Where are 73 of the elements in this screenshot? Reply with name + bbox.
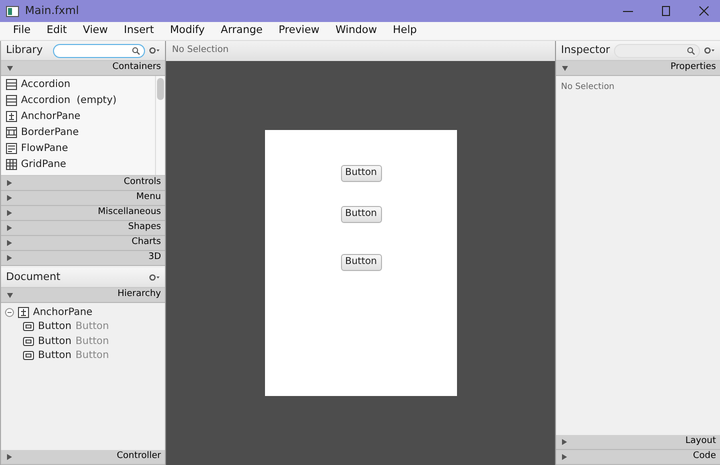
section-header[interactable]: Layout	[556, 435, 720, 450]
section-header[interactable]: Miscellaneous	[1, 206, 165, 221]
menu-item[interactable]: Arrange	[212, 23, 271, 39]
tree-item[interactable]: Button Button	[1, 320, 165, 334]
menu-item[interactable]: File	[5, 23, 39, 39]
section-label: Hierarchy	[117, 288, 161, 302]
section-label: Properties	[670, 61, 716, 74]
search-field[interactable]	[614, 44, 700, 58]
button-icon	[23, 336, 34, 347]
tree-item[interactable]: Button Button	[1, 334, 165, 348]
menu-item[interactable]: Help	[384, 23, 425, 39]
section-header[interactable]: Controls	[1, 176, 165, 191]
section-header[interactable]: Shapes	[1, 221, 165, 236]
form-button[interactable]: Button	[340, 206, 382, 223]
gear-icon	[149, 274, 160, 281]
border-pane-icon	[6, 126, 17, 138]
tree-item[interactable]: Button Button	[1, 348, 165, 363]
gear-icon	[704, 47, 715, 54]
button-icon	[23, 350, 34, 362]
button-icon	[23, 321, 34, 332]
section-header[interactable]: Controller	[1, 450, 165, 465]
section-label: Layout	[685, 435, 716, 448]
section-header[interactable]: Hierarchy	[1, 288, 165, 303]
menu-item[interactable]: Edit	[38, 23, 75, 39]
grid-pane-icon	[6, 158, 17, 170]
status-text: No Selection	[560, 81, 616, 94]
section-label: Controller	[116, 450, 161, 464]
app-icon	[6, 6, 19, 16]
form-button[interactable]: Button	[340, 254, 382, 271]
section-header[interactable]: Charts	[1, 236, 165, 251]
maximize-icon	[661, 6, 671, 16]
menu-item[interactable]: Preview	[270, 23, 328, 39]
accordion-icon	[6, 94, 17, 106]
flow-pane-icon	[6, 142, 17, 154]
section-header[interactable]: 3D	[1, 251, 165, 266]
section-label: Containers	[112, 61, 161, 74]
gear-icon	[149, 47, 160, 54]
menu-item[interactable]: Modify	[162, 23, 213, 39]
scrollbar[interactable]	[155, 76, 165, 175]
library-item[interactable]: GridPane	[1, 156, 155, 172]
section-label: Controls	[124, 176, 161, 190]
section-label: Menu	[136, 191, 161, 204]
accordion-icon	[6, 78, 17, 90]
library-item[interactable]: Accordion (empty)	[1, 92, 155, 108]
section-label: Miscellaneous	[98, 206, 161, 220]
library-item[interactable]: BorderPane	[1, 124, 155, 140]
tree-item[interactable]: AnchorPane	[1, 305, 165, 320]
section-header[interactable]: Containers	[1, 61, 165, 76]
close-icon	[699, 6, 709, 16]
panel-title: Document	[6, 270, 62, 285]
section-header[interactable]: Menu	[1, 191, 165, 206]
search-icon	[132, 46, 140, 54]
anchor-pane-icon	[6, 110, 17, 122]
form-button[interactable]: Button	[340, 165, 382, 182]
menu-item[interactable]: Insert	[116, 23, 162, 39]
section-label: 3D	[148, 251, 161, 264]
menu-item[interactable]: Window	[328, 23, 385, 39]
section-label: Charts	[132, 236, 161, 250]
section-label: Code	[692, 450, 716, 464]
search-icon	[687, 46, 695, 54]
section-header[interactable]: Properties	[556, 61, 720, 76]
search-field[interactable]	[53, 44, 145, 58]
window-title: Main.fxml	[25, 2, 80, 19]
library-item[interactable]: Accordion	[1, 76, 155, 92]
panel-title: Library	[6, 42, 43, 58]
panel-title: Inspector	[561, 42, 610, 58]
status-text: No Selection	[166, 41, 555, 61]
section-header[interactable]: Code	[556, 450, 720, 465]
library-item[interactable]: FlowPane	[1, 140, 155, 156]
section-label: Shapes	[128, 221, 161, 234]
menu-item[interactable]: View	[74, 23, 116, 39]
anchor-pane-icon	[18, 306, 29, 318]
library-item[interactable]: AnchorPane	[1, 108, 155, 124]
